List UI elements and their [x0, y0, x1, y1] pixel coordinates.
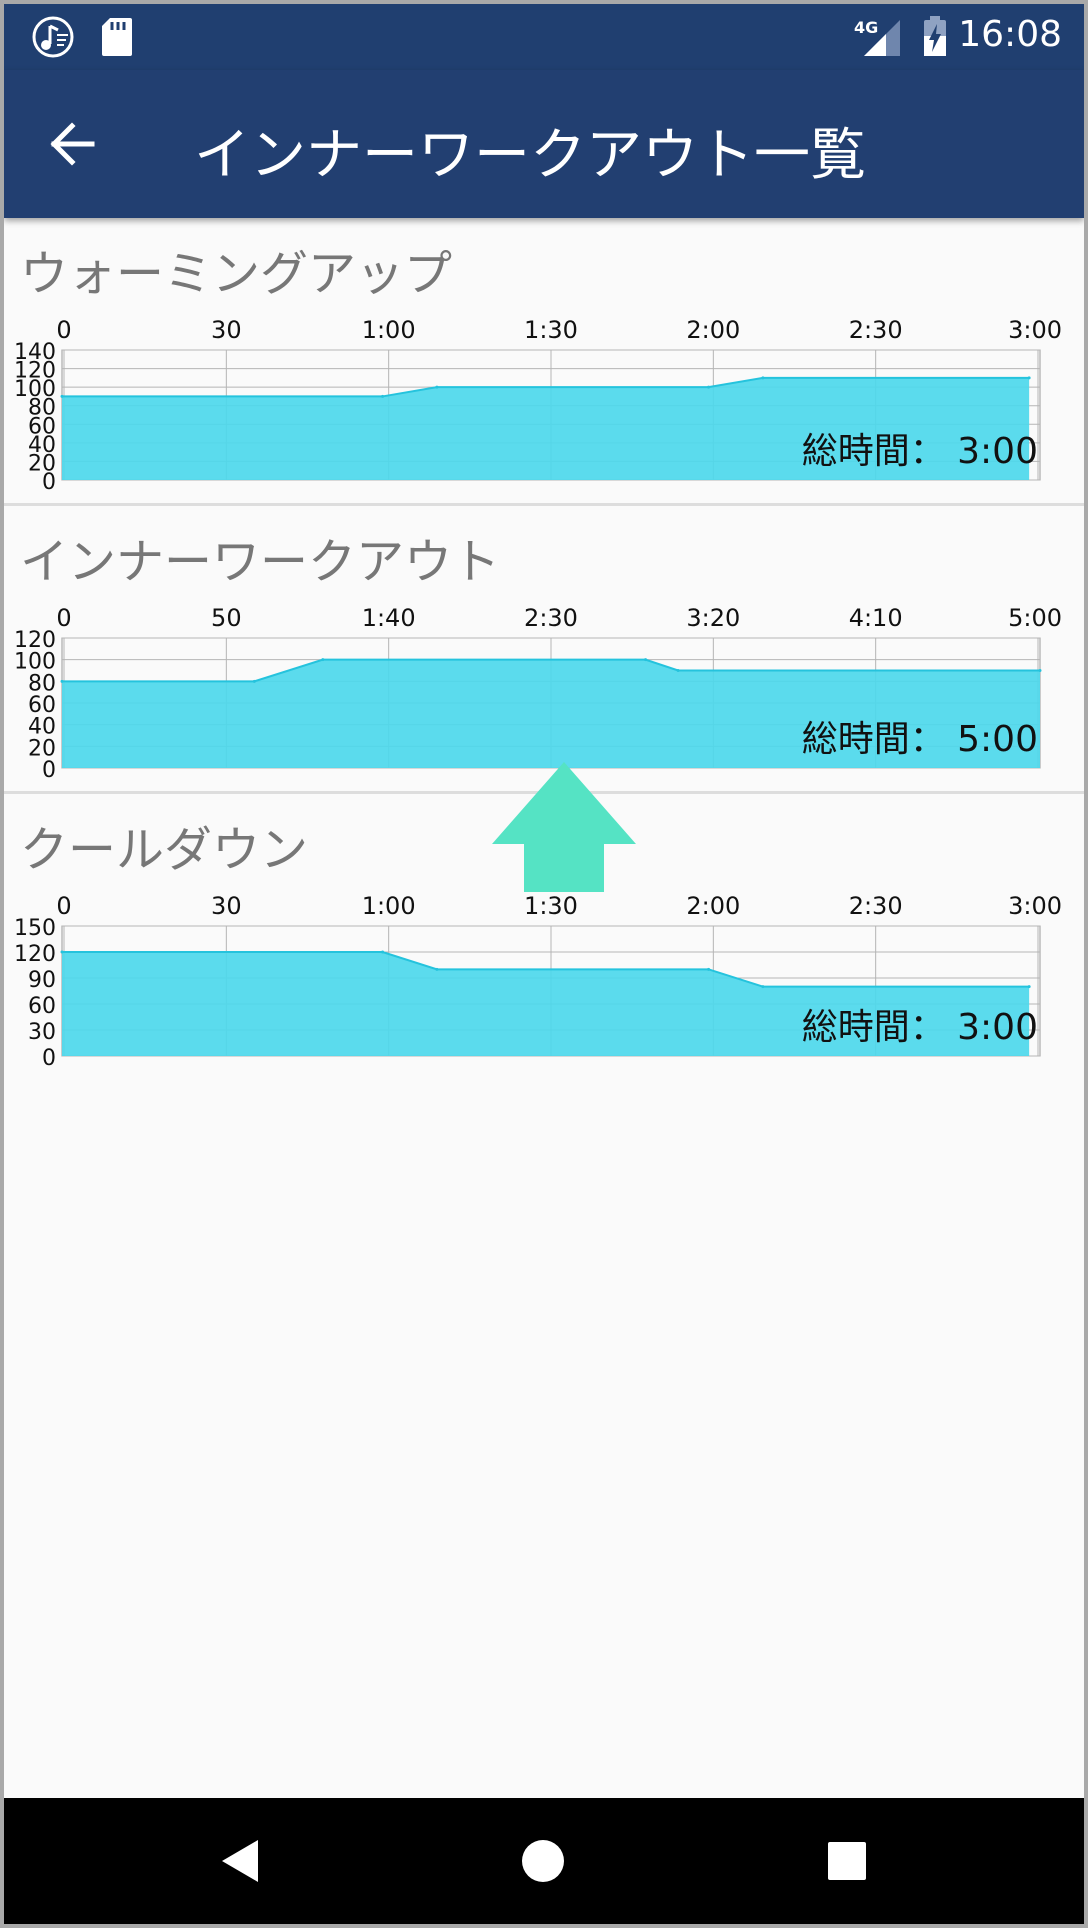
x-tick-label: 0 — [56, 892, 71, 920]
x-tick-label: 0 — [56, 316, 71, 344]
app-bar: インナーワークアウト一覧 — [4, 70, 1084, 218]
y-tick-label: 150 — [14, 916, 56, 941]
total-time-label: 総時間： 3:00 — [801, 431, 1038, 472]
nav-recents-icon[interactable] — [826, 1840, 868, 1882]
x-tick-label: 3:00 — [1008, 892, 1062, 920]
x-tick-label: 2:30 — [849, 316, 903, 344]
x-tick-label: 50 — [211, 604, 242, 632]
workout-section-inner[interactable]: インナーワークアウト 120 100 80 60 40 20 0 0 50 1:40 2:30 3:2… — [4, 506, 1084, 794]
battery-charging-icon — [924, 16, 946, 56]
x-tick-label: 0 — [56, 604, 71, 632]
nav-home-icon[interactable] — [520, 1838, 566, 1884]
data-point — [381, 394, 385, 398]
status-bar: 4G 16:08 — [4, 4, 1084, 70]
data-point — [1027, 376, 1031, 380]
y-tick-label: 120 — [14, 942, 56, 967]
y-tick-label: 0 — [42, 1046, 56, 1070]
data-point — [707, 385, 711, 389]
x-tick-label: 3:00 — [1008, 316, 1062, 344]
data-point — [644, 658, 648, 662]
signal-icon — [864, 20, 900, 56]
data-point — [761, 985, 765, 989]
x-tick-label: 2:30 — [849, 892, 903, 920]
data-point — [435, 385, 439, 389]
data-point — [381, 950, 385, 954]
x-tick-label: 1:40 — [362, 604, 416, 632]
data-point — [321, 658, 325, 662]
x-tick-label: 1:00 — [362, 316, 416, 344]
x-tick-label: 1:30 — [524, 892, 578, 920]
x-tick-label: 1:30 — [524, 316, 578, 344]
status-time: 16:08 — [958, 14, 1062, 55]
data-point — [60, 679, 64, 683]
music-app-icon — [32, 16, 74, 58]
total-time-label: 総時間： 5:00 — [801, 719, 1038, 760]
data-point — [1027, 985, 1031, 989]
x-tick-label: 5:00 — [1008, 604, 1062, 632]
y-tick-label: 0 — [42, 470, 56, 494]
workout-section-warmup[interactable]: ウォーミングアップ 140 120 100 80 60 40 20 0 0 30 1:00 1:30 2… — [4, 218, 1084, 506]
total-time-label: 総時間： 3:00 — [801, 1007, 1038, 1048]
x-tick-label: 2:00 — [686, 892, 740, 920]
nav-back-icon[interactable] — [218, 1838, 262, 1884]
data-point — [252, 679, 256, 683]
y-tick-label: 60 — [28, 994, 56, 1019]
sd-card-icon — [102, 18, 132, 56]
data-point — [60, 950, 64, 954]
data-point — [707, 967, 711, 971]
y-tick-label: 30 — [28, 1020, 56, 1045]
x-tick-label: 4:10 — [849, 604, 903, 632]
x-tick-label: 2:30 — [524, 604, 578, 632]
x-tick-label: 30 — [211, 892, 242, 920]
navigation-bar — [4, 1798, 1084, 1924]
back-arrow-icon[interactable] — [40, 108, 112, 180]
data-point — [676, 669, 680, 672]
data-point — [761, 376, 765, 380]
x-tick-label: 2:00 — [686, 316, 740, 344]
y-tick-label: 90 — [28, 968, 56, 993]
page-title: インナーワークアウト一覧 — [194, 123, 866, 188]
x-tick-label: 1:00 — [362, 892, 416, 920]
x-tick-label: 30 — [211, 316, 242, 344]
data-point — [60, 394, 64, 398]
data-point — [435, 967, 439, 971]
up-arrow-icon — [492, 762, 636, 892]
screen: 4G 16:08 インナーワークアウト一覧 ウォーミングアップ 140 120 10… — [4, 4, 1084, 1924]
y-tick-label: 0 — [42, 758, 56, 782]
data-point — [1038, 669, 1042, 672]
x-tick-label: 3:20 — [686, 604, 740, 632]
